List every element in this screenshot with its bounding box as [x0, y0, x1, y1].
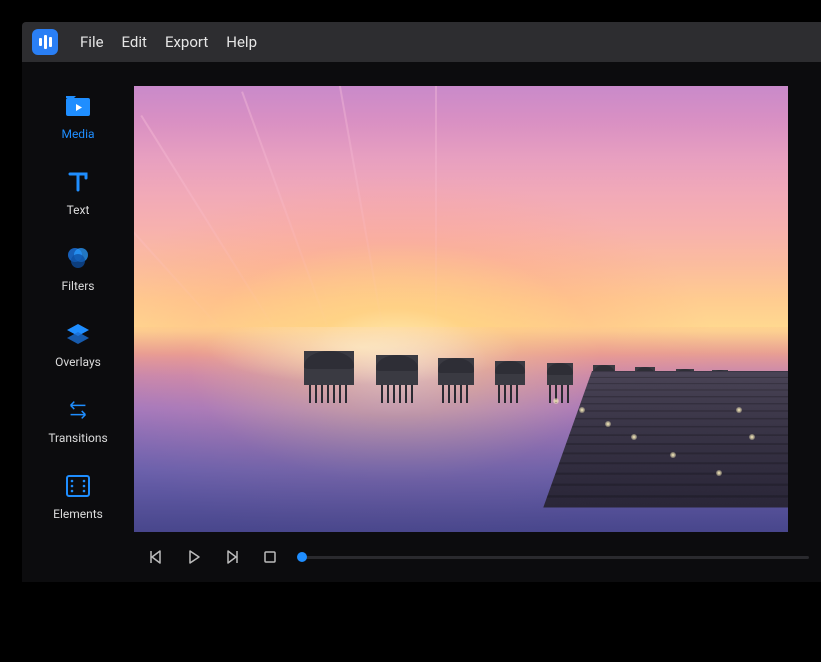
menu-help[interactable]: Help	[226, 33, 257, 51]
overlays-icon	[65, 321, 91, 347]
progress-thumb[interactable]	[297, 552, 307, 562]
folder-play-icon	[65, 93, 91, 119]
elements-icon	[65, 473, 91, 499]
sidebar-item-label: Filters	[61, 279, 94, 293]
sidebar-item-transitions[interactable]: Transitions	[33, 386, 123, 456]
main-area	[134, 62, 821, 582]
stop-button[interactable]	[260, 547, 280, 567]
sidebar-item-label: Elements	[53, 507, 103, 521]
filters-icon	[65, 245, 91, 271]
preview-viewport[interactable]	[134, 86, 788, 532]
menu-file[interactable]: File	[80, 33, 104, 51]
menu-bar: File Edit Export Help	[22, 22, 821, 62]
app-window: File Edit Export Help Media	[22, 22, 821, 582]
sidebar-item-label: Text	[67, 203, 90, 217]
next-frame-button[interactable]	[222, 547, 242, 567]
app-logo-icon[interactable]	[32, 29, 58, 55]
transport-bar	[134, 532, 821, 582]
sidebar: Media Text Filters	[22, 62, 134, 582]
progress-slider[interactable]	[302, 556, 809, 559]
menu-edit[interactable]: Edit	[122, 33, 147, 51]
menu-export[interactable]: Export	[165, 33, 208, 51]
sidebar-item-overlays[interactable]: Overlays	[33, 310, 123, 380]
sidebar-item-filters[interactable]: Filters	[33, 234, 123, 304]
sidebar-item-label: Media	[61, 127, 94, 141]
sidebar-item-label: Overlays	[55, 355, 101, 369]
transitions-icon	[65, 397, 91, 423]
play-button[interactable]	[184, 547, 204, 567]
sidebar-item-media[interactable]: Media	[33, 82, 123, 152]
text-icon	[65, 169, 91, 195]
sidebar-item-elements[interactable]: Elements	[33, 462, 123, 532]
prev-frame-button[interactable]	[146, 547, 166, 567]
sidebar-item-text[interactable]: Text	[33, 158, 123, 228]
sidebar-item-label: Transitions	[48, 431, 107, 445]
